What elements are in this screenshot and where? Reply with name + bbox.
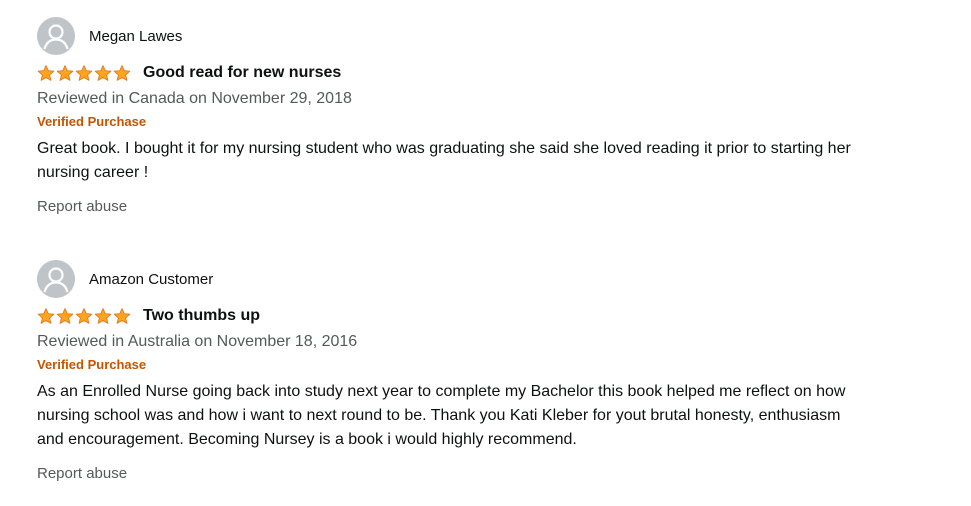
- user-avatar-icon[interactable]: [37, 260, 75, 298]
- review-date: Reviewed in Canada on November 29, 2018: [37, 90, 352, 107]
- review-title[interactable]: Good read for new nurses: [143, 64, 341, 82]
- star-filled-icon: [94, 64, 112, 82]
- star-filled-icon: [75, 307, 93, 325]
- star-filled-icon: [37, 307, 55, 325]
- reviewer-name[interactable]: Megan Lawes: [89, 28, 182, 45]
- star-filled-icon: [113, 64, 131, 82]
- reviewer-name[interactable]: Amazon Customer: [89, 271, 213, 288]
- star-rating[interactable]: [37, 307, 131, 325]
- user-avatar-icon[interactable]: [37, 17, 75, 55]
- report-abuse-link[interactable]: Report abuse: [37, 465, 127, 482]
- review-card: Amazon Customer Two thumbs up Reviewed i…: [37, 260, 917, 483]
- star-filled-icon: [94, 307, 112, 325]
- star-filled-icon: [37, 64, 55, 82]
- review-title[interactable]: Two thumbs up: [143, 307, 260, 325]
- star-rating[interactable]: [37, 64, 131, 82]
- review-body: Great book. I bought it for my nursing s…: [37, 140, 851, 181]
- star-filled-icon: [56, 307, 74, 325]
- report-abuse-link[interactable]: Report abuse: [37, 198, 127, 215]
- reviewer-profile[interactable]: Amazon Customer: [37, 260, 917, 298]
- review-date: Reviewed in Australia on November 18, 20…: [37, 333, 358, 350]
- star-filled-icon: [56, 64, 74, 82]
- verified-purchase-badge[interactable]: Verified Purchase: [37, 357, 917, 373]
- star-filled-icon: [75, 64, 93, 82]
- review-card: Megan Lawes Good read for new nurses Rev…: [37, 17, 917, 216]
- verified-purchase-badge[interactable]: Verified Purchase: [37, 114, 917, 130]
- star-filled-icon: [113, 307, 131, 325]
- review-body: As an Enrolled Nurse going back into stu…: [37, 383, 846, 448]
- reviewer-profile[interactable]: Megan Lawes: [37, 17, 917, 55]
